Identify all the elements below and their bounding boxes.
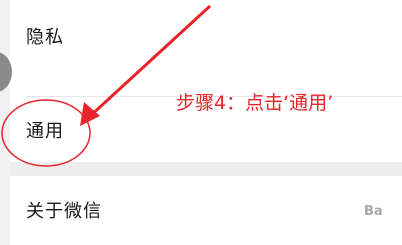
settings-item-label: 通用: [26, 121, 64, 142]
watermark-logo: Ba: [364, 204, 383, 219]
annotation-step-text: 步骤4：点击‘通用’: [176, 92, 334, 114]
watermark: Ba: [364, 204, 402, 236]
settings-item-label: 关于微信: [26, 201, 102, 222]
settings-page: 隐私 通用 关于微信 步骤4：点击‘通用’ Ba: [0, 0, 402, 245]
settings-item-about-wechat[interactable]: 关于微信: [8, 184, 402, 236]
settings-item-label: 隐私: [26, 27, 64, 48]
settings-item-privacy[interactable]: 隐私: [8, 10, 402, 62]
settings-group-top: 隐私 通用: [0, 0, 402, 162]
settings-group-bottom: 关于微信: [0, 176, 402, 245]
left-edge-shadow: [0, 0, 10, 245]
